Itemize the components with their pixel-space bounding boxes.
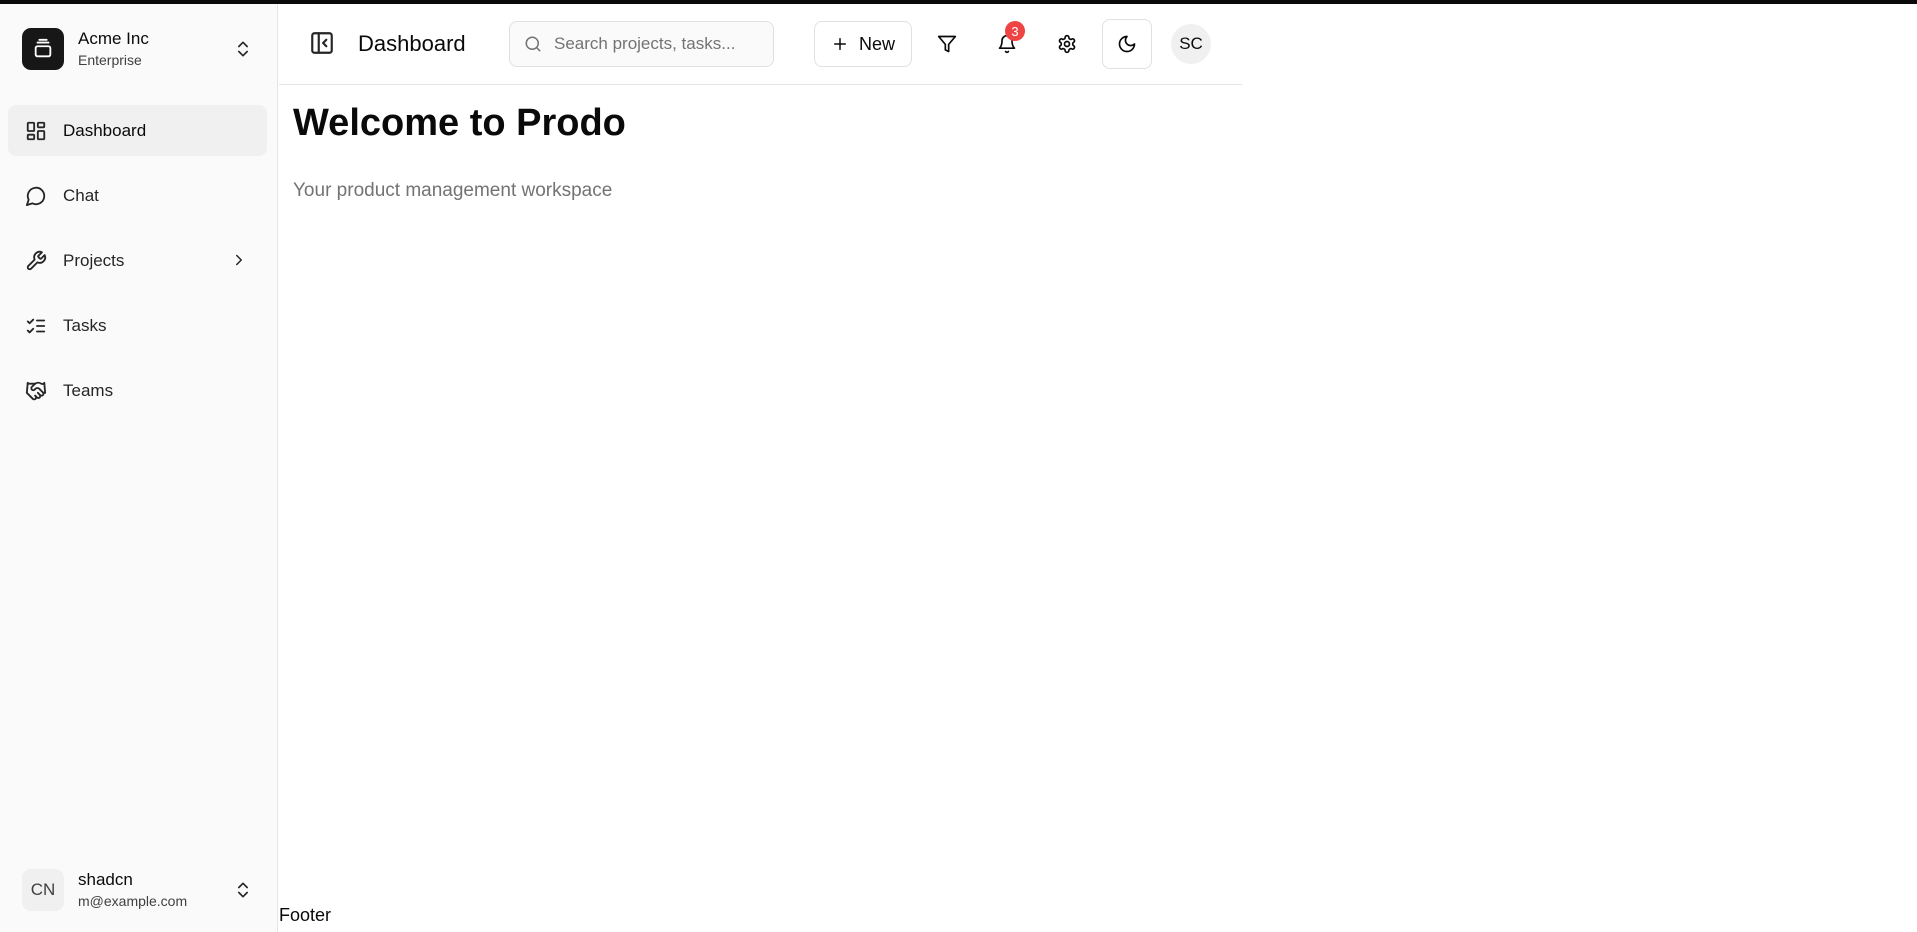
list-checks-icon <box>24 314 48 338</box>
chevrons-up-down-icon <box>232 879 254 901</box>
welcome-subtitle: Your product management workspace <box>293 180 613 201</box>
chevrons-up-down-icon <box>232 38 254 60</box>
sidebar-toggle-button[interactable] <box>306 27 338 59</box>
panel-left-icon <box>311 32 333 54</box>
sidebar-item-label: Teams <box>63 380 114 400</box>
new-button-label: New <box>858 33 895 54</box>
sidebar-item-teams[interactable]: Teams <box>8 365 267 416</box>
settings-button[interactable] <box>1044 21 1090 67</box>
plus-icon <box>831 35 849 53</box>
sidebar-item-label: Projects <box>63 250 125 270</box>
moon-icon <box>1118 35 1136 53</box>
handshake-icon <box>24 379 48 403</box>
notifications-button[interactable]: 3 <box>984 21 1030 67</box>
theme-toggle-button[interactable] <box>1102 19 1152 69</box>
team-plan: Enterprise <box>78 51 142 68</box>
user-avatar: CN <box>22 869 64 911</box>
new-button[interactable]: New <box>814 21 912 67</box>
message-circle-icon <box>24 184 48 208</box>
sidebar-item-chat[interactable]: Chat <box>8 170 267 221</box>
top-header: Dashboard New 3 <box>279 4 1242 85</box>
sidebar-item-label: Dashboard <box>63 120 147 140</box>
team-switcher[interactable]: Acme Inc Enterprise <box>12 18 264 80</box>
layout-dashboard-icon <box>24 119 48 143</box>
team-logo-icon <box>22 28 64 70</box>
filter-icon <box>937 35 957 53</box>
welcome-heading: Welcome to Prodo <box>293 102 626 144</box>
gear-icon <box>1058 34 1076 54</box>
user-avatar-button[interactable]: SC <box>1171 24 1211 64</box>
filter-button[interactable] <box>924 21 970 67</box>
team-name: Acme Inc <box>78 29 149 49</box>
sidebar: Acme Inc Enterprise Dashboard Chat Proje… <box>0 4 278 932</box>
sidebar-item-label: Chat <box>63 185 99 205</box>
search-icon <box>524 35 542 53</box>
page-title: Dashboard <box>358 31 466 56</box>
sidebar-item-dashboard[interactable]: Dashboard <box>8 105 267 156</box>
search-input[interactable] <box>554 34 754 54</box>
sidebar-item-projects[interactable]: Projects <box>8 235 267 286</box>
sidebar-nav: Dashboard Chat Projects Tasks Teams <box>8 105 267 430</box>
user-name: shadcn <box>78 869 133 889</box>
user-menu[interactable]: CN shadcn m@example.com <box>12 859 264 921</box>
sidebar-item-label: Tasks <box>63 315 107 335</box>
notification-badge: 3 <box>1005 21 1025 41</box>
wrench-icon <box>24 249 48 273</box>
sidebar-item-tasks[interactable]: Tasks <box>8 300 267 351</box>
user-email: m@example.com <box>78 893 188 910</box>
top-edge-bar <box>0 0 1917 4</box>
footer-text: Footer <box>279 905 332 925</box>
search-box[interactable] <box>509 21 774 67</box>
chevron-right-icon <box>229 250 249 270</box>
